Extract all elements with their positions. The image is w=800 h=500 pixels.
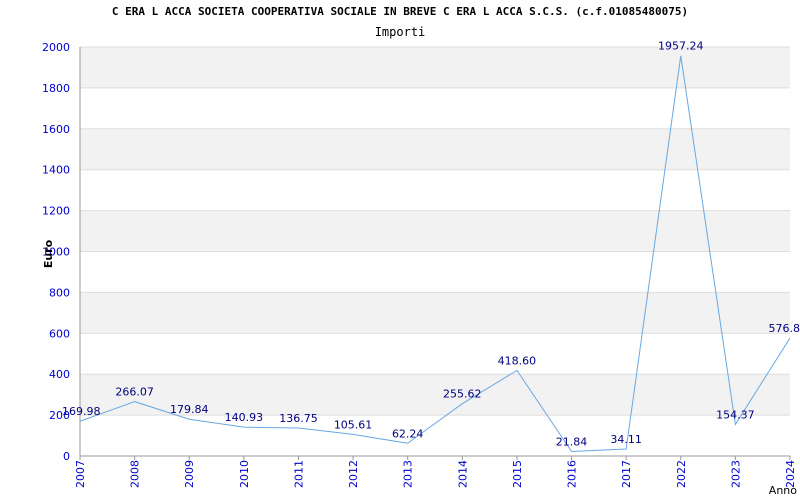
- x-tick-label: 2009: [183, 460, 196, 488]
- grid-band: [80, 333, 790, 375]
- grid-band: [80, 251, 790, 293]
- y-tick-label: 1400: [42, 164, 70, 177]
- data-label: 62.24: [392, 427, 424, 440]
- y-tick-label: 0: [63, 450, 70, 463]
- x-tick-label: 2008: [129, 460, 142, 488]
- data-label: 136.75: [279, 412, 318, 425]
- x-tick-label: 2022: [675, 460, 688, 488]
- x-tick-label: 2010: [238, 460, 251, 488]
- grid-band: [80, 415, 790, 456]
- data-label: 255.62: [443, 388, 482, 401]
- data-label: 169.98: [62, 405, 101, 418]
- grid-band: [80, 47, 790, 88]
- grid-band: [80, 210, 790, 252]
- data-label: 266.07: [115, 386, 154, 399]
- y-tick-label: 1600: [42, 123, 70, 136]
- data-label: 105.61: [334, 418, 373, 431]
- x-tick-label: 2011: [292, 460, 305, 488]
- y-tick-label: 600: [49, 327, 70, 340]
- y-tick-label: 1800: [42, 82, 70, 95]
- data-label: 418.60: [498, 354, 537, 367]
- y-axis-label: Euro: [42, 239, 55, 268]
- x-tick-label: 2013: [402, 460, 415, 488]
- x-tick-label: 2012: [347, 460, 360, 488]
- grid-band: [80, 292, 790, 334]
- x-tick-label: 2017: [620, 460, 633, 488]
- x-tick-label: 2015: [511, 460, 524, 488]
- data-label: 179.84: [170, 403, 209, 416]
- y-tick-label: 400: [49, 368, 70, 381]
- data-label: 34.11: [610, 433, 642, 446]
- grid-band: [80, 87, 790, 129]
- x-tick-label: 2007: [74, 460, 87, 488]
- y-tick-label: 2000: [42, 41, 70, 54]
- y-tick-label: 1200: [42, 205, 70, 218]
- x-tick-label: 2014: [456, 460, 469, 488]
- x-tick-label: 2023: [729, 460, 742, 488]
- data-label: 140.93: [225, 411, 264, 424]
- grid-band: [80, 169, 790, 211]
- x-tick-label: 2016: [566, 460, 579, 488]
- data-label: 1957.24: [658, 40, 704, 53]
- grid-band: [80, 128, 790, 170]
- data-label: 21.84: [556, 436, 588, 449]
- x-axis-label: Anno: [769, 484, 797, 497]
- data-label: 576.8: [769, 322, 800, 335]
- line-chart: 0200400600800100012001400160018002000 20…: [42, 40, 800, 497]
- data-label: 154.37: [716, 408, 755, 421]
- y-tick-label: 800: [49, 286, 70, 299]
